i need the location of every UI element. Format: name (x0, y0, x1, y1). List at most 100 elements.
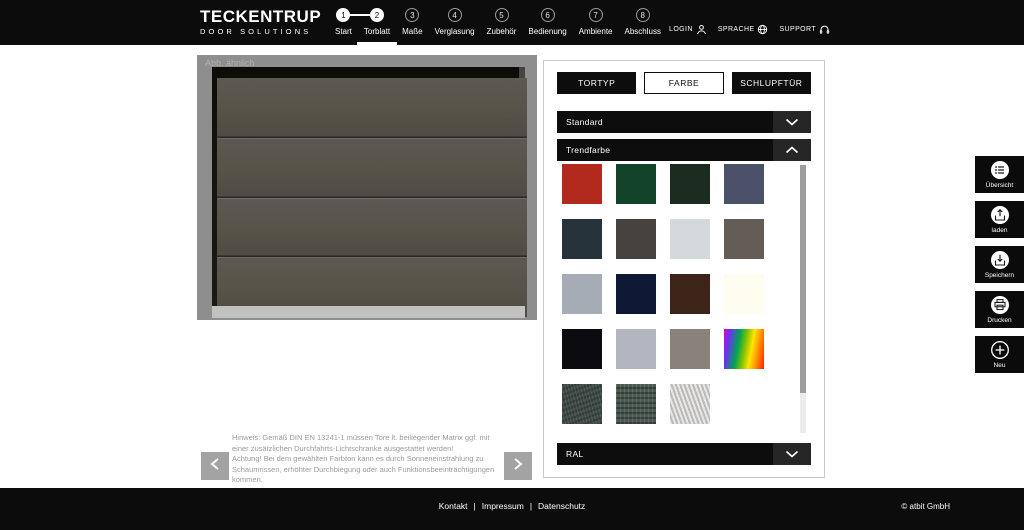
step-label: Zubehör (487, 27, 517, 36)
action-label: Speichern (985, 272, 1014, 279)
header: TECKENTRUP DOOR SOLUTIONS 1Start 2 Torblat… (0, 0, 1024, 45)
action-label: Übersicht (986, 182, 1013, 189)
color-swatch-17[interactable] (562, 384, 602, 424)
wizard-step-torblatt[interactable]: 2 Torblatt (364, 0, 390, 45)
chevron-down-icon (773, 443, 811, 465)
accordion-standard-label: Standard (566, 117, 603, 127)
wizard-step-abschluss[interactable]: 8 Abschluss (624, 0, 660, 45)
globe-icon (757, 24, 768, 35)
language-label: SPRACHE (718, 26, 755, 33)
footer: Kontakt | Impressum | Datenschutz © atbit Gm… (0, 488, 1024, 530)
door-slab: TECKENTRUP (217, 78, 527, 317)
previous-step-button[interactable] (201, 452, 229, 480)
panel-tabs: TORTYP FARBE SCHLUPFTÜR (557, 72, 811, 94)
login-label: LOGIN (669, 26, 693, 33)
step-number: 6 (541, 8, 555, 22)
footer-link-kontakt[interactable]: Kontakt (439, 501, 468, 511)
color-swatch-12[interactable] (724, 274, 764, 314)
step-label: Abschluss (624, 27, 660, 36)
color-swatch-16[interactable] (724, 329, 764, 369)
new-button[interactable]: Neu (975, 336, 1024, 373)
color-swatch-4[interactable] (724, 164, 764, 204)
save-button[interactable]: Speichern (975, 246, 1024, 283)
step-number: 7 (589, 8, 603, 22)
color-swatch-11[interactable] (670, 274, 710, 314)
logo-line1: TECKENTRUP (200, 8, 321, 25)
copyright-text: © atbit GmbH (901, 502, 950, 511)
step-number: 3 (405, 8, 419, 22)
load-icon (990, 205, 1010, 225)
footer-link-impressum[interactable]: Impressum (482, 501, 524, 511)
tab-schlupftür[interactable]: SCHLUPFTÜR (732, 72, 811, 94)
color-swatch-5[interactable] (562, 219, 602, 259)
color-swatch-2[interactable] (616, 164, 656, 204)
print-icon (990, 295, 1010, 315)
door-preview-image: TECKENTRUP Abb. ähnlich (197, 55, 537, 320)
tab-tortyp[interactable]: TORTYP (557, 72, 636, 94)
chevron-up-icon (773, 139, 811, 161)
accordion-ral[interactable]: RAL (557, 443, 811, 465)
support-button[interactable]: SUPPORT (779, 24, 830, 35)
logo-line2: DOOR SOLUTIONS (200, 27, 321, 36)
color-swatch-19[interactable] (670, 384, 710, 424)
headset-icon (819, 24, 830, 35)
support-label: SUPPORT (779, 26, 816, 33)
step-number: 5 (495, 8, 509, 22)
footer-separator: | (530, 501, 532, 511)
action-label: Drucken (987, 317, 1011, 324)
tab-farbe[interactable]: FARBE (644, 72, 723, 94)
save-icon (990, 250, 1010, 270)
color-swatch-18[interactable] (616, 384, 656, 424)
language-button[interactable]: SPRACHE (718, 24, 769, 35)
swatch-grid (562, 164, 764, 424)
next-step-button[interactable] (504, 452, 532, 480)
wizard-step-zubehör[interactable]: 5 Zubehör (487, 0, 517, 45)
door-panel-3 (217, 198, 527, 258)
color-swatch-1[interactable] (562, 164, 602, 204)
accordion-trendfarbe-label: Trendfarbe (566, 145, 610, 155)
color-swatch-6[interactable] (616, 219, 656, 259)
color-swatch-15[interactable] (670, 329, 710, 369)
hint-line1: Hinweis: Gemäß DIN EN 13241-1 müssen Tor… (232, 433, 496, 454)
door-configurator-app: TECKENTRUP DOOR SOLUTIONS 1Start 2 Torblat… (0, 0, 1024, 530)
overview-button[interactable]: Übersicht (975, 156, 1024, 193)
user-icon (696, 24, 707, 35)
wizard-step-maße[interactable]: 3 Maße (402, 0, 422, 45)
door-panel-2 (217, 138, 527, 198)
step-label: Start (335, 27, 352, 36)
chevron-right-icon (512, 457, 524, 476)
footer-link-datenschutz[interactable]: Datenschutz (538, 501, 585, 511)
color-swatch-14[interactable] (616, 329, 656, 369)
teckentrup-logo[interactable]: TECKENTRUP DOOR SOLUTIONS (200, 8, 321, 36)
accordion-standard[interactable]: Standard (557, 111, 811, 133)
wizard-step-start[interactable]: 1Start (335, 0, 352, 45)
login-button[interactable]: LOGIN (669, 24, 707, 35)
load-button[interactable]: laden (975, 201, 1024, 238)
swatch-scrollbar[interactable] (800, 165, 806, 433)
step-number: 8 (636, 8, 650, 22)
accordion-ral-label: RAL (566, 449, 583, 459)
step-number: 2 (370, 8, 384, 22)
scrollbar-thumb[interactable] (800, 165, 806, 393)
color-swatch-10[interactable] (616, 274, 656, 314)
color-swatch-8[interactable] (724, 219, 764, 259)
action-label: laden (992, 227, 1008, 234)
floor-strip (212, 306, 525, 318)
color-swatch-9[interactable] (562, 274, 602, 314)
chevron-left-icon (209, 457, 221, 476)
color-swatch-13[interactable] (562, 329, 602, 369)
wizard-step-verglasung[interactable]: 4Verglasung (435, 0, 475, 45)
wizard-step-bedienung[interactable]: 6Bedienung (528, 0, 566, 45)
color-swatch-3[interactable] (670, 164, 710, 204)
hint-line2: Achtung! Bei dem gewählten Farbton kann … (232, 454, 496, 486)
footer-separator: | (474, 501, 476, 511)
step-label: Maße (402, 27, 422, 36)
wizard-step-ambiente[interactable]: 7Ambiente (579, 0, 613, 45)
hint-text: Hinweis: Gemäß DIN EN 13241-1 müssen Tor… (232, 433, 496, 486)
print-button[interactable]: Drucken (975, 291, 1024, 328)
accordion-trendfarbe[interactable]: Trendfarbe (557, 139, 811, 161)
overview-list-icon (990, 160, 1010, 180)
color-swatch-7[interactable] (670, 219, 710, 259)
step-label: Verglasung (435, 27, 475, 36)
step-label: Torblatt (364, 27, 390, 36)
